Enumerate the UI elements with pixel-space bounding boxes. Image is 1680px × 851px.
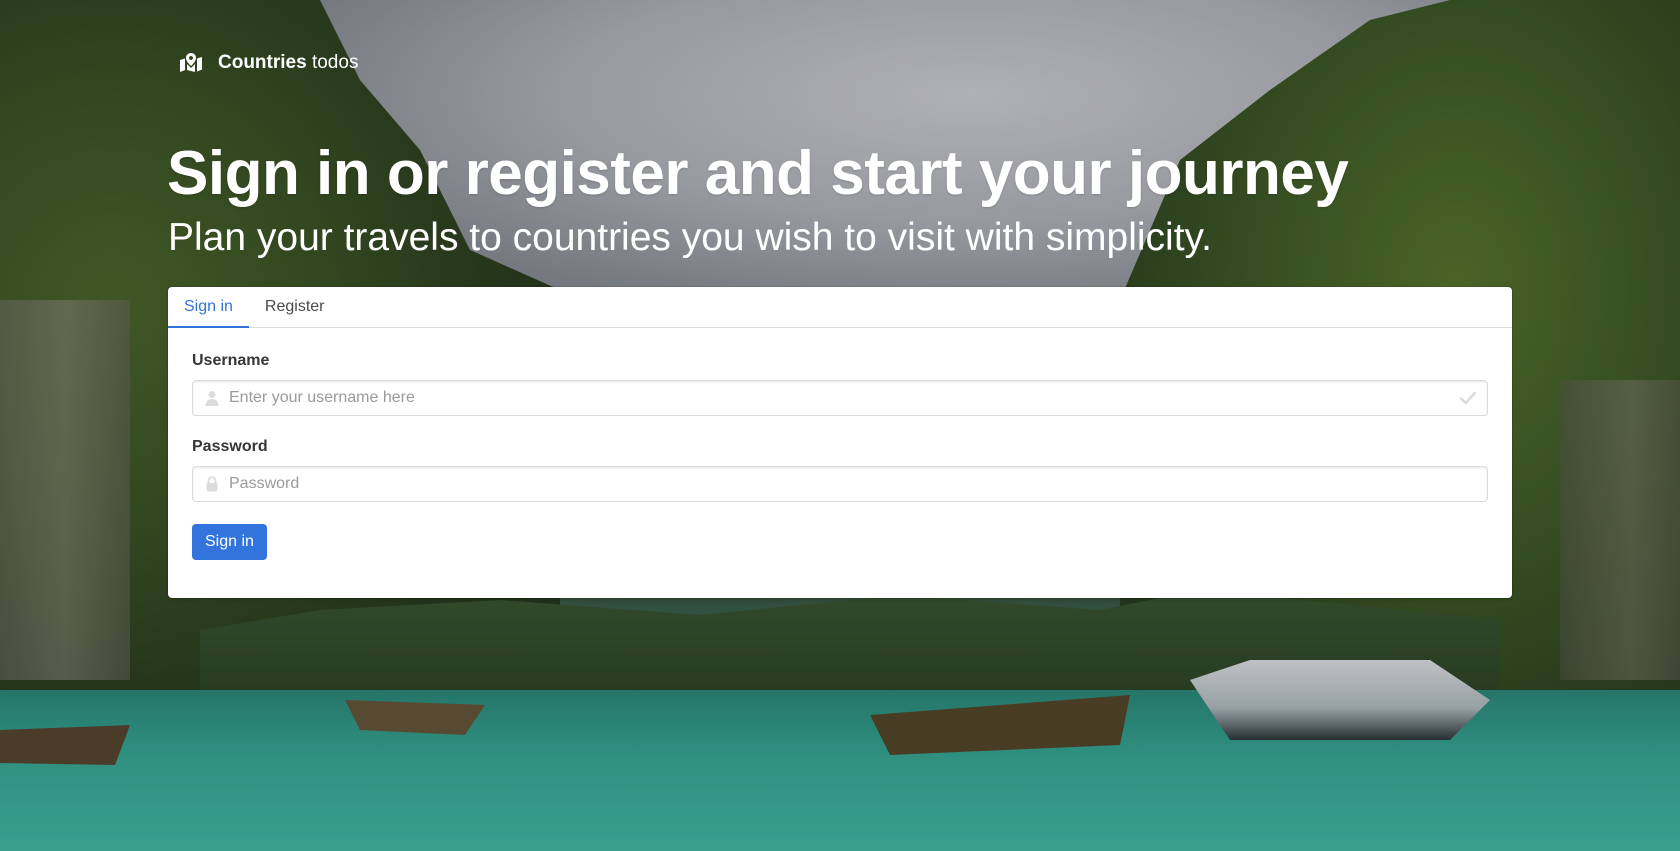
map-marked-icon [180, 53, 202, 73]
username-input[interactable] [193, 381, 1487, 415]
username-field-group: Username [192, 352, 1488, 416]
sign-in-button[interactable]: Sign in [192, 524, 267, 560]
brand-link[interactable]: Countries todos [180, 52, 358, 74]
page-title: Sign in or register and start your journ… [167, 139, 1349, 208]
username-label: Username [192, 352, 270, 369]
tab-sign-in[interactable]: Sign in [168, 287, 249, 328]
tab-register[interactable]: Register [248, 287, 341, 328]
user-icon [204, 390, 220, 406]
auth-card: Sign in Register Username Enter your use… [168, 287, 1512, 598]
password-label: Password [192, 438, 268, 455]
password-input[interactable] [193, 467, 1487, 501]
brand-name-bold: Countries [218, 52, 307, 73]
page-subtitle: Plan your travels to countries you wish … [168, 216, 1212, 259]
username-input-wrapper [192, 380, 1488, 416]
sign-in-form: Username Password [168, 328, 1512, 584]
check-icon [1459, 391, 1477, 407]
auth-tabs: Sign in Register [168, 287, 1512, 328]
password-field-group: Password [192, 438, 1488, 502]
brand-name-light: todos [306, 52, 359, 73]
brand-name: Countries todos [218, 52, 358, 74]
password-input-wrapper [192, 466, 1488, 502]
lock-icon [204, 476, 220, 492]
